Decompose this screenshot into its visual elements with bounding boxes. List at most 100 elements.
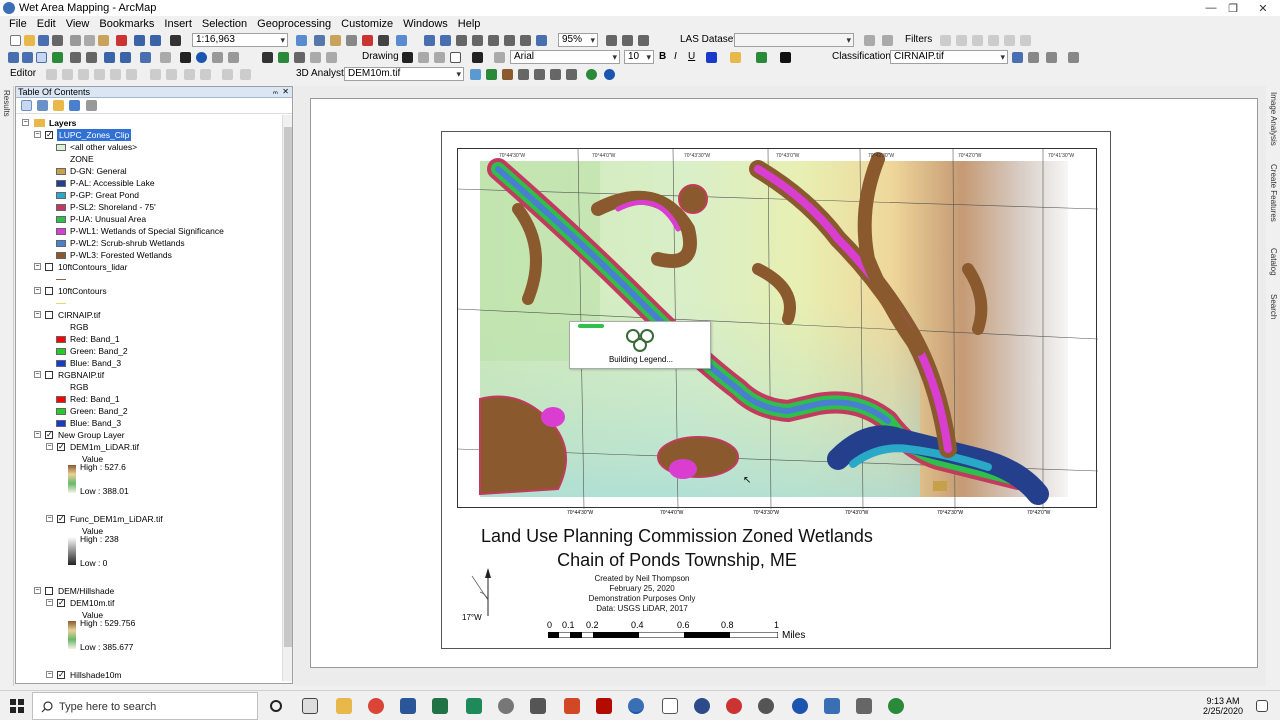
fixed-zoom-in-icon[interactable] xyxy=(70,52,81,63)
credit-line-2[interactable]: February 25, 2020 xyxy=(572,584,712,594)
toc-window-icon[interactable] xyxy=(314,35,325,46)
menu-geoprocessing[interactable]: Geoprocessing xyxy=(252,18,336,30)
class-tool-4-icon[interactable] xyxy=(1068,52,1079,63)
redo-icon[interactable] xyxy=(150,35,161,46)
back-extent-icon[interactable] xyxy=(104,52,115,63)
filters-label[interactable]: Filters xyxy=(905,34,932,45)
class-tool-icon[interactable] xyxy=(1012,52,1023,63)
search-window-icon[interactable] xyxy=(346,35,357,46)
toc-options-icon[interactable] xyxy=(86,100,97,111)
credit-line-4[interactable]: Data: USGS LiDAR, 2017 xyxy=(572,604,712,614)
acrobat-icon[interactable] xyxy=(596,698,612,714)
catalog-tab[interactable]: Catalog xyxy=(1269,248,1278,276)
find-route-icon[interactable] xyxy=(278,52,289,63)
select-elements-icon[interactable] xyxy=(180,52,191,63)
previous-extent-icon[interactable] xyxy=(520,35,531,46)
3d-analyst-layer-combo[interactable]: DEM10m.tif xyxy=(344,67,464,81)
forward-extent-icon[interactable] xyxy=(120,52,131,63)
list-by-selection-icon[interactable] xyxy=(69,100,80,111)
windows-start-icon[interactable] xyxy=(10,699,24,713)
trace-icon[interactable] xyxy=(110,69,121,80)
toc-scroll-thumb[interactable] xyxy=(284,127,292,647)
globe-tool-icon[interactable] xyxy=(604,69,615,80)
taskbar-search-box[interactable]: Type here to search xyxy=(32,692,258,720)
end-point-arc-icon[interactable] xyxy=(94,69,105,80)
zoom-in-page-icon[interactable] xyxy=(424,35,435,46)
menu-edit[interactable]: Edit xyxy=(32,18,61,30)
list-by-drawing-order-icon[interactable] xyxy=(21,100,32,111)
toc-close-icon[interactable]: ✕ xyxy=(282,87,289,97)
find-icon[interactable] xyxy=(262,52,273,63)
marker-color-icon[interactable] xyxy=(780,52,791,63)
interpolate-line-icon[interactable] xyxy=(470,69,481,80)
classification-label[interactable]: Classification xyxy=(832,51,891,62)
hyperlink-icon[interactable] xyxy=(212,52,223,63)
list-by-source-icon[interactable] xyxy=(37,100,48,111)
las-point-icon[interactable] xyxy=(882,35,893,46)
las-tool-2-icon[interactable] xyxy=(956,35,967,46)
close-button[interactable]: ✕ xyxy=(1240,0,1280,16)
arcglobe-icon[interactable] xyxy=(586,69,597,80)
menu-view[interactable]: View xyxy=(61,18,95,30)
new-document-icon[interactable] xyxy=(10,35,21,46)
zoom-out-icon[interactable] xyxy=(22,52,33,63)
line-of-sight-icon[interactable] xyxy=(550,69,561,80)
edit-annotation-icon[interactable] xyxy=(62,69,73,80)
zoom-selected-icon[interactable] xyxy=(434,52,445,63)
menu-windows[interactable]: Windows xyxy=(398,18,453,30)
sketch-properties-icon[interactable] xyxy=(200,69,211,80)
powerpoint-icon[interactable] xyxy=(564,698,580,714)
search-tab[interactable]: Search xyxy=(1269,294,1278,319)
app-blue-icon[interactable] xyxy=(694,698,710,714)
edit-vertices-icon[interactable] xyxy=(494,52,505,63)
go-to-xy-icon[interactable] xyxy=(294,52,305,63)
contour-icon[interactable] xyxy=(534,69,545,80)
las-tool-5-icon[interactable] xyxy=(1004,35,1015,46)
zoom-out-page-icon[interactable] xyxy=(440,35,451,46)
credit-line-1[interactable]: Created by Neil Thompson xyxy=(572,574,712,584)
file-explorer-icon[interactable] xyxy=(336,698,352,714)
menu-selection[interactable]: Selection xyxy=(197,18,252,30)
menu-customize[interactable]: Customize xyxy=(336,18,398,30)
editor-toolbar-icon[interactable] xyxy=(296,35,307,46)
rectangle-icon[interactable] xyxy=(450,52,461,63)
split-icon[interactable] xyxy=(150,69,161,80)
select-features-icon[interactable] xyxy=(140,52,151,63)
cut-icon[interactable] xyxy=(70,35,81,46)
las-dataset-combo[interactable] xyxy=(734,33,854,47)
editor-menu[interactable]: Editor xyxy=(10,68,36,79)
underline-button[interactable]: U xyxy=(688,51,695,62)
app-grid-icon[interactable] xyxy=(824,698,840,714)
3d-analyst-menu[interactable]: 3D Analyst xyxy=(296,68,344,79)
arcscene-icon[interactable] xyxy=(566,69,577,80)
catalog-window-icon[interactable] xyxy=(330,35,341,46)
fixed-zoom-out-icon[interactable] xyxy=(86,52,97,63)
paste-icon[interactable] xyxy=(98,35,109,46)
classification-layer-combo[interactable]: CIRNAIP.tif xyxy=(890,50,1008,64)
edit-tool-2-icon[interactable] xyxy=(240,69,251,80)
pan-page-icon[interactable] xyxy=(456,35,467,46)
class-tool-2-icon[interactable] xyxy=(1028,52,1039,63)
las-tool-4-icon[interactable] xyxy=(988,35,999,46)
excel-icon[interactable] xyxy=(432,698,448,714)
menu-help[interactable]: Help xyxy=(453,18,486,30)
las-symbology-icon[interactable] xyxy=(864,35,875,46)
app-dark-icon[interactable] xyxy=(758,698,774,714)
interpolate-point-icon[interactable] xyxy=(486,69,497,80)
map-scale-combo[interactable]: 1:16,963 xyxy=(192,33,288,47)
calculator-icon[interactable] xyxy=(530,698,546,714)
create-features-icon[interactable] xyxy=(222,69,233,80)
font-color-icon[interactable] xyxy=(706,52,717,63)
cortana-icon[interactable] xyxy=(270,700,282,712)
attributes-icon[interactable] xyxy=(184,69,195,80)
chrome-icon[interactable] xyxy=(368,698,384,714)
drawing-select-icon[interactable] xyxy=(402,52,413,63)
time-slider-icon[interactable] xyxy=(326,52,337,63)
straight-segment-icon[interactable] xyxy=(78,69,89,80)
fill-color-icon[interactable] xyxy=(730,52,741,63)
fixed-zoom-icon[interactable] xyxy=(504,35,515,46)
save-icon[interactable] xyxy=(38,35,49,46)
point-icon[interactable] xyxy=(126,69,137,80)
profile-graph-icon[interactable] xyxy=(502,69,513,80)
delete-icon[interactable] xyxy=(116,35,127,46)
